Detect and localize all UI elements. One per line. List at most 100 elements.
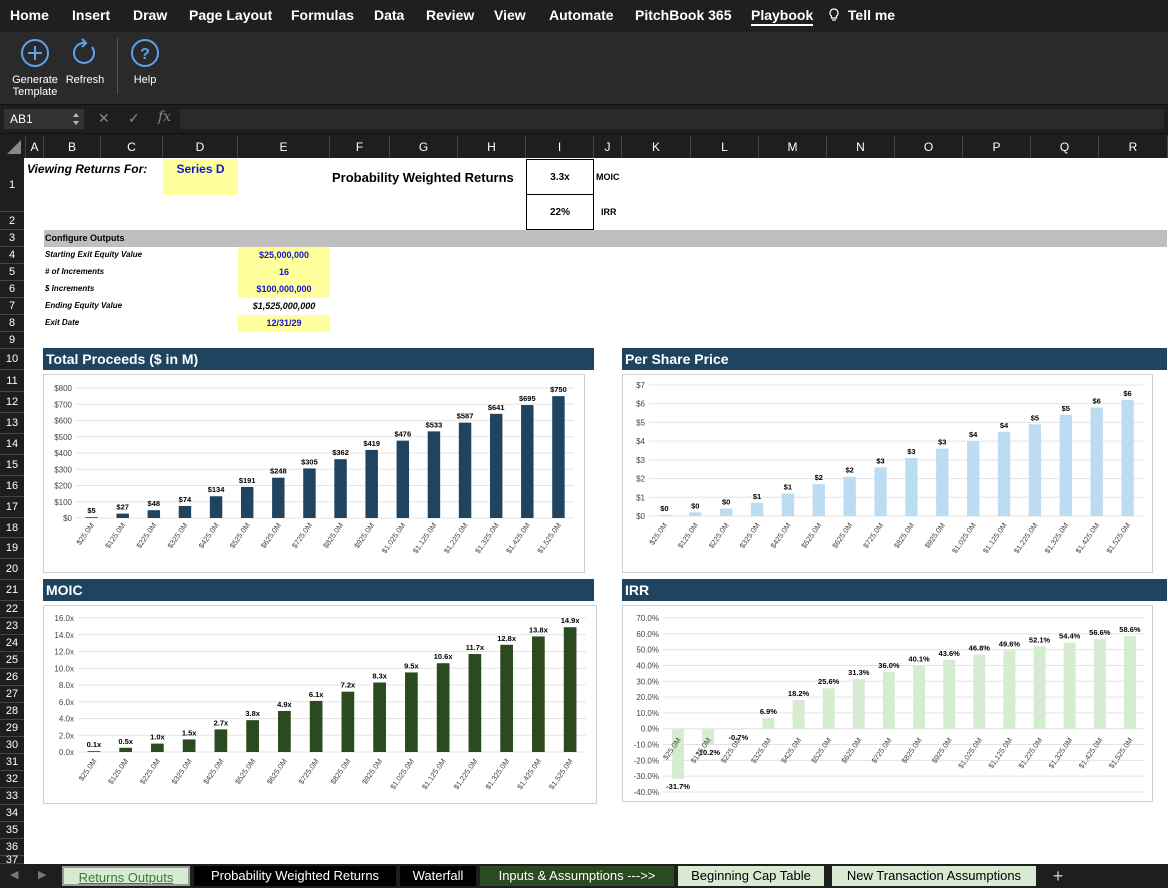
exit-date-value[interactable]: 12/31/29 (238, 315, 330, 332)
generate-template-button[interactable]: Generate Template (8, 38, 62, 98)
row-header[interactable]: 2 (0, 212, 24, 230)
menu-insert[interactable]: Insert (72, 7, 110, 23)
row-header[interactable]: 30 (0, 737, 24, 754)
start-exit-value[interactable]: $25,000,000 (238, 247, 330, 264)
row-header[interactable]: 23 (0, 618, 24, 635)
col-header[interactable]: A (26, 136, 44, 158)
add-sheet-button[interactable]: + (1044, 866, 1072, 886)
row-header[interactable]: 9 (0, 332, 24, 349)
dollar-increments-value[interactable]: $100,000,000 (238, 281, 330, 298)
col-header[interactable]: L (691, 136, 759, 158)
name-box[interactable]: AB1 (4, 109, 84, 129)
y-tick-label: $700 (54, 400, 72, 409)
col-header[interactable]: G (390, 136, 458, 158)
col-header[interactable]: D (163, 136, 238, 158)
moic-label: MOIC (596, 172, 620, 182)
col-header[interactable]: O (895, 136, 963, 158)
tab-inputs-assumptions[interactable]: Inputs & Assumptions --->> (480, 866, 674, 886)
row-header[interactable]: 26 (0, 669, 24, 686)
help-button[interactable]: ? Help (126, 38, 164, 86)
col-header[interactable]: E (238, 136, 330, 158)
x-tick-label: $125.0M (676, 521, 700, 550)
col-header[interactable]: K (622, 136, 691, 158)
row-header[interactable]: 24 (0, 635, 24, 652)
cancel-icon[interactable]: ✕ (98, 110, 110, 127)
tab-scroll-left-icon[interactable]: ◀ (10, 868, 18, 881)
col-header[interactable]: M (759, 136, 827, 158)
col-header[interactable]: N (827, 136, 895, 158)
menu-automate[interactable]: Automate (549, 7, 614, 23)
tab-scroll-right-icon[interactable]: ▶ (38, 868, 46, 881)
row-header[interactable]: 16 (0, 476, 24, 497)
col-header[interactable]: I (526, 136, 594, 158)
confirm-icon[interactable]: ✓ (128, 110, 140, 127)
row-header[interactable]: 14 (0, 434, 24, 455)
row-header[interactable]: 1 (0, 158, 24, 212)
row-header[interactable]: 21 (0, 580, 24, 601)
x-tick-label: $425.0M (768, 521, 792, 550)
tab-returns-outputs[interactable]: Returns Outputs (62, 866, 190, 886)
row-header[interactable]: 37 (0, 855, 24, 866)
function-icon[interactable]: fx (158, 109, 171, 125)
row-header[interactable]: 22 (0, 601, 24, 618)
menu-view[interactable]: View (494, 7, 526, 23)
col-header[interactable]: F (330, 136, 390, 158)
row-header[interactable]: 6 (0, 281, 24, 298)
menu-home[interactable]: Home (10, 7, 49, 23)
row-header[interactable]: 4 (0, 247, 24, 264)
col-header[interactable]: C (101, 136, 163, 158)
row-header[interactable]: 32 (0, 771, 24, 788)
y-tick-label: 0.0% (641, 725, 659, 734)
row-header[interactable]: 13 (0, 413, 24, 434)
series-selector[interactable]: Series D (163, 159, 238, 195)
row-header[interactable]: 8 (0, 315, 24, 332)
bar (874, 467, 887, 516)
row-header[interactable]: 34 (0, 805, 24, 822)
row-header[interactable]: 35 (0, 822, 24, 839)
row-header[interactable]: 25 (0, 652, 24, 669)
row-header[interactable]: 11 (0, 370, 24, 392)
menu-pitchbook[interactable]: PitchBook 365 (635, 7, 731, 23)
row-header[interactable]: 18 (0, 518, 24, 538)
row-header[interactable]: 17 (0, 497, 24, 518)
bar (689, 512, 702, 516)
tab-new-transaction-assumptions[interactable]: New Transaction Assumptions (832, 866, 1036, 886)
row-header[interactable]: 27 (0, 686, 24, 703)
row-header[interactable]: 29 (0, 720, 24, 737)
row-header[interactable]: 20 (0, 559, 24, 580)
menu-tell-me[interactable]: Tell me (828, 7, 895, 23)
menu-data[interactable]: Data (374, 7, 404, 23)
row-header[interactable]: 7 (0, 298, 24, 315)
row-header[interactable]: 31 (0, 754, 24, 771)
col-header[interactable]: Q (1031, 136, 1099, 158)
tab-waterfall[interactable]: Waterfall (400, 866, 476, 886)
row-header[interactable]: 28 (0, 703, 24, 720)
bar (334, 459, 347, 518)
increments-value[interactable]: 16 (238, 264, 330, 281)
bar (732, 728, 745, 730)
col-header[interactable]: H (458, 136, 526, 158)
menu-review[interactable]: Review (426, 7, 474, 23)
row-header[interactable]: 15 (0, 455, 24, 476)
tab-probability-weighted-returns[interactable]: Probability Weighted Returns (194, 866, 396, 886)
menu-playbook[interactable]: Playbook (751, 7, 814, 26)
row-header[interactable]: 5 (0, 264, 24, 281)
row-header[interactable]: 3 (0, 230, 24, 247)
formula-input[interactable] (180, 109, 1164, 129)
y-tick-label: 14.0x (54, 631, 74, 640)
col-header[interactable]: J (594, 136, 622, 158)
col-header[interactable]: R (1099, 136, 1168, 158)
bar (762, 717, 775, 729)
menu-formulas[interactable]: Formulas (291, 7, 354, 23)
col-header[interactable]: P (963, 136, 1031, 158)
col-header[interactable]: B (44, 136, 101, 158)
menu-page-layout[interactable]: Page Layout (189, 7, 272, 23)
row-header[interactable]: 10 (0, 349, 24, 370)
tab-beginning-cap-table[interactable]: Beginning Cap Table (678, 866, 824, 886)
row-header[interactable]: 19 (0, 538, 24, 559)
row-header[interactable]: 33 (0, 788, 24, 805)
row-header[interactable]: 12 (0, 392, 24, 413)
refresh-button[interactable]: Refresh (62, 38, 108, 86)
menu-draw[interactable]: Draw (133, 7, 167, 23)
select-all-corner[interactable] (0, 136, 26, 158)
